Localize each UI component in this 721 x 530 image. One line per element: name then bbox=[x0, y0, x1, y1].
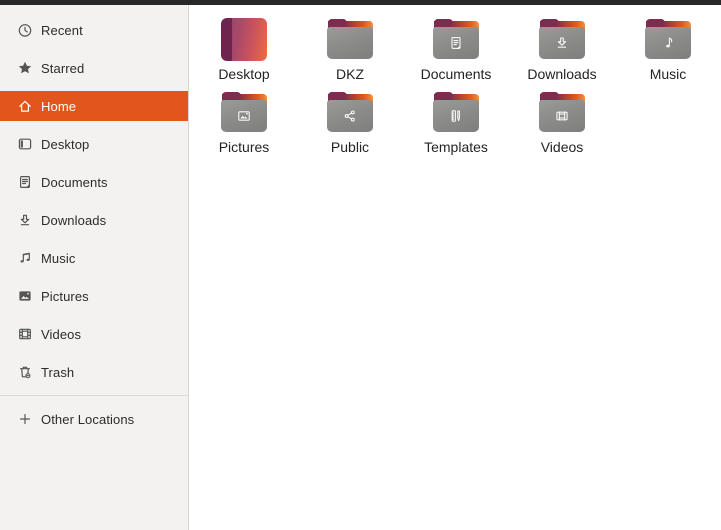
sidebar-item-pictures[interactable]: Pictures bbox=[0, 281, 188, 311]
template-emblem-icon bbox=[448, 108, 464, 124]
sidebar-item-other-locations[interactable]: Other Locations bbox=[0, 404, 188, 434]
film-icon bbox=[17, 326, 33, 342]
desktop-icon bbox=[17, 136, 33, 152]
sidebar-item-downloads[interactable]: Downloads bbox=[0, 205, 188, 235]
sidebar-item-music[interactable]: Music bbox=[0, 243, 188, 273]
folder-templates-icon bbox=[432, 88, 480, 136]
file-item-label: Documents bbox=[420, 66, 492, 82]
file-item-label: DKZ bbox=[336, 66, 364, 82]
sidebar-item-label: Music bbox=[41, 250, 76, 266]
sidebar-item-recent[interactable]: Recent bbox=[0, 15, 188, 45]
file-item-label: Music bbox=[649, 66, 687, 82]
ubuntu-desktop-icon bbox=[220, 15, 268, 63]
file-item-label: Pictures bbox=[218, 139, 270, 155]
file-view: Desktop DKZ Documents Downloads Music Pi… bbox=[189, 5, 721, 530]
sidebar-item-documents[interactable]: Documents bbox=[0, 167, 188, 197]
folder-documents-icon bbox=[432, 15, 480, 63]
recent-clock-icon bbox=[17, 22, 33, 38]
music-emblem-icon bbox=[660, 35, 676, 51]
sidebar-separator bbox=[0, 395, 188, 396]
sidebar-item-desktop[interactable]: Desktop bbox=[0, 129, 188, 159]
folder-music-icon bbox=[644, 15, 692, 63]
film-emblem-icon bbox=[554, 108, 570, 124]
home-icon bbox=[17, 98, 33, 114]
trash-icon bbox=[17, 364, 33, 380]
folder-downloads-icon bbox=[538, 15, 586, 63]
window-content: Recent Starred Home Desktop Documents Do… bbox=[0, 5, 721, 530]
file-item-videos[interactable]: Videos bbox=[509, 88, 615, 156]
sidebar-item-home[interactable]: Home bbox=[0, 91, 188, 121]
sidebar-item-label: Pictures bbox=[41, 288, 89, 304]
file-item-public[interactable]: Public bbox=[297, 88, 403, 156]
folder-icon bbox=[326, 15, 374, 63]
music-note-icon bbox=[17, 250, 33, 266]
file-item-label: Videos bbox=[540, 139, 584, 155]
file-item-label: Templates bbox=[424, 139, 488, 155]
folder-pictures-icon bbox=[220, 88, 268, 136]
sidebar-item-label: Recent bbox=[41, 22, 83, 38]
sidebar-item-label: Home bbox=[41, 98, 77, 114]
plus-icon bbox=[17, 411, 33, 427]
file-item-music[interactable]: Music bbox=[615, 15, 721, 83]
star-icon bbox=[17, 60, 33, 76]
sidebar-item-label: Desktop bbox=[41, 136, 90, 152]
sidebar-item-label: Downloads bbox=[41, 212, 107, 228]
file-item-label: Desktop bbox=[218, 66, 270, 82]
sidebar-item-label: Trash bbox=[41, 364, 75, 380]
share-emblem-icon bbox=[342, 108, 358, 124]
image-emblem-icon bbox=[236, 108, 252, 124]
sidebar-item-label: Other Locations bbox=[41, 411, 135, 427]
sidebar-item-videos[interactable]: Videos bbox=[0, 319, 188, 349]
file-item-templates[interactable]: Templates bbox=[403, 88, 509, 156]
places-sidebar: Recent Starred Home Desktop Documents Do… bbox=[0, 5, 189, 530]
file-item-downloads[interactable]: Downloads bbox=[509, 15, 615, 83]
sidebar-item-label: Starred bbox=[41, 60, 85, 76]
file-grid: Desktop DKZ Documents Downloads Music Pi… bbox=[191, 15, 721, 161]
file-item-dkz[interactable]: DKZ bbox=[297, 15, 403, 83]
sidebar-item-starred[interactable]: Starred bbox=[0, 53, 188, 83]
file-manager-window: Recent Starred Home Desktop Documents Do… bbox=[0, 0, 721, 530]
file-item-label: Public bbox=[330, 139, 370, 155]
folder-public-icon bbox=[326, 88, 374, 136]
folder-videos-icon bbox=[538, 88, 586, 136]
sidebar-item-label: Documents bbox=[41, 174, 108, 190]
sidebar-item-label: Videos bbox=[41, 326, 82, 342]
file-item-label: Downloads bbox=[527, 66, 597, 82]
file-item-pictures[interactable]: Pictures bbox=[191, 88, 297, 156]
document-emblem-icon bbox=[448, 35, 464, 51]
sidebar-item-trash[interactable]: Trash bbox=[0, 357, 188, 387]
document-icon bbox=[17, 174, 33, 190]
file-item-desktop[interactable]: Desktop bbox=[191, 15, 297, 83]
image-icon bbox=[17, 288, 33, 304]
download-icon bbox=[17, 212, 33, 228]
file-item-documents[interactable]: Documents bbox=[403, 15, 509, 83]
download-emblem-icon bbox=[554, 35, 570, 51]
